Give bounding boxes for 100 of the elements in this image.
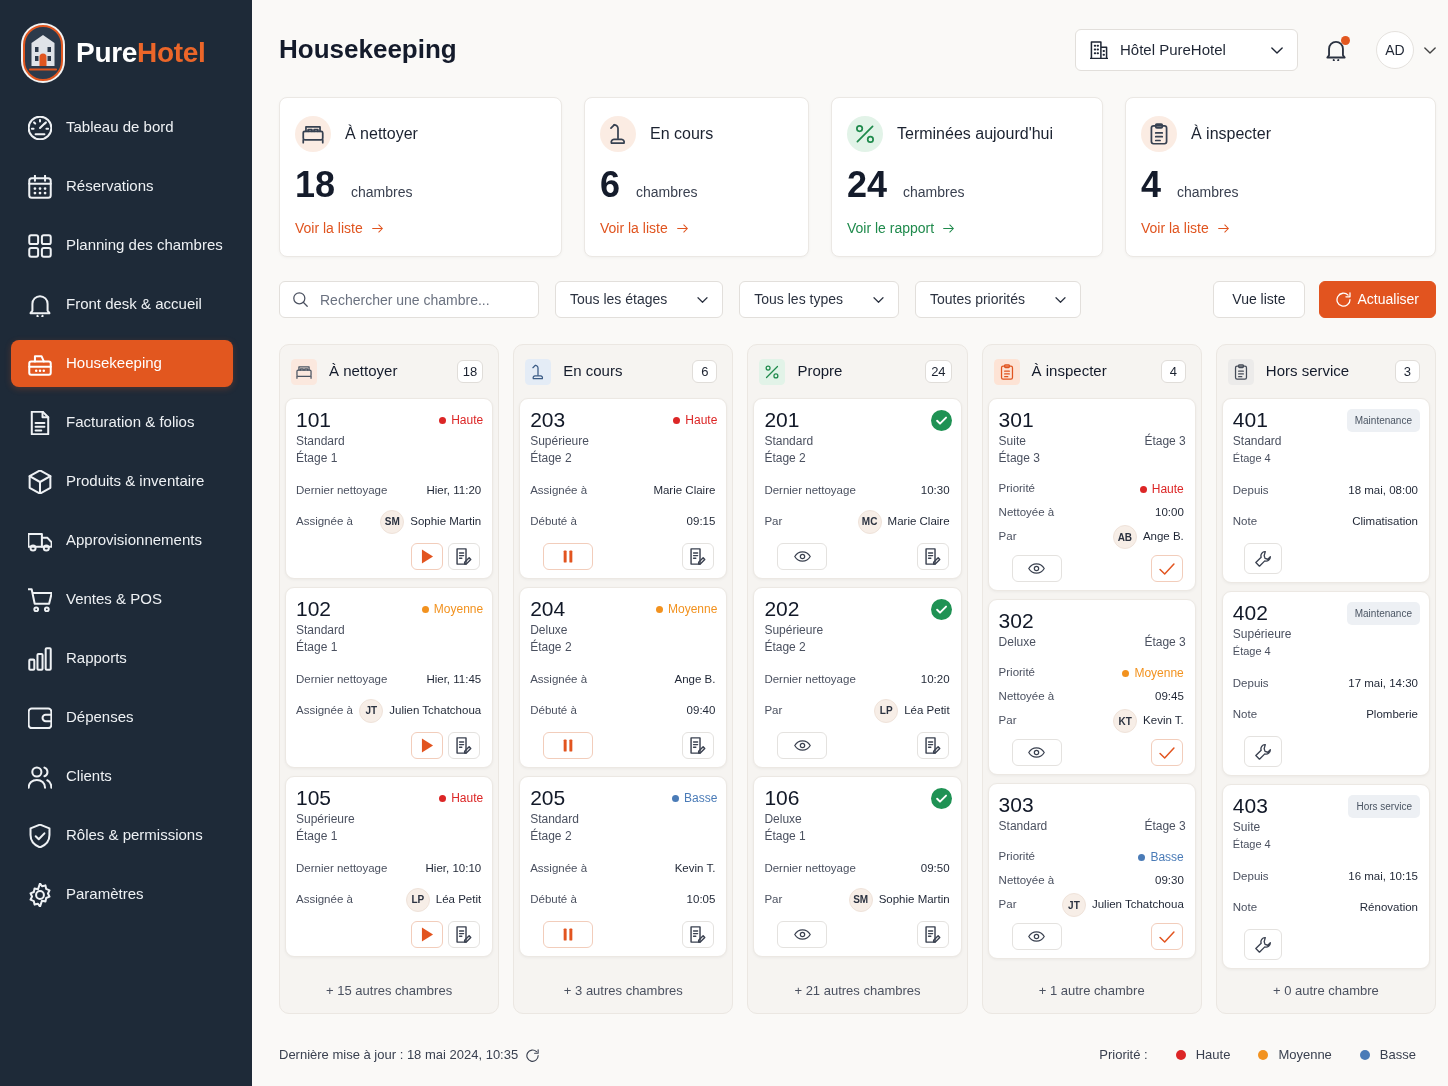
detail-label: Débuté à <box>530 891 577 907</box>
notes-button[interactable] <box>916 543 949 570</box>
user-avatar: MC <box>857 509 882 534</box>
room-card[interactable]: 402 Maintenance Supérieure Étage 4 Depuis 17 mai, 14:30 Note Plomberie <box>1221 591 1430 776</box>
nav-item[interactable]: Front desk & accueil <box>11 281 233 328</box>
approve-button[interactable] <box>1150 555 1183 582</box>
search-field[interactable]: Rechercher une chambre... <box>279 281 539 318</box>
start-button[interactable] <box>411 543 444 570</box>
refresh-icon[interactable] <box>526 1048 540 1062</box>
detail-label: Par <box>998 713 1017 729</box>
room-card[interactable]: 102 Moyenne Standard Étage 1 Dernier nettoyage Hier, 11:45 Assignée à JT Julien Tchatchoua <box>285 587 494 768</box>
nav-item[interactable]: Facturation & folios <box>11 399 233 446</box>
room-card[interactable]: 205 Basse Standard Étage 2 Assignée à Kevin T. Débuté à 10:05 <box>519 776 728 957</box>
pause-icon <box>563 550 574 563</box>
notes-button[interactable] <box>448 921 481 948</box>
detail-value: 10:20 <box>920 671 950 687</box>
column-title: En cours <box>563 361 624 382</box>
chevron-down-icon[interactable] <box>1424 46 1436 54</box>
room-card[interactable]: 202 Supérieure Étage 2 Dernier nettoyage 10:20 Par LP Léa Petit <box>753 587 962 768</box>
detail-label: Débuté à <box>530 702 577 718</box>
settings-icon <box>28 882 52 907</box>
stat-link[interactable]: Voir la liste <box>600 218 688 239</box>
view-button[interactable] <box>1011 923 1062 950</box>
floor-label: Étage 1 <box>296 639 339 656</box>
user-avatar[interactable]: AD <box>1376 31 1414 69</box>
nav-item[interactable]: Paramètres <box>11 871 233 918</box>
detail-value: 10:00 <box>1155 505 1184 521</box>
nav-item[interactable]: Approvisionnements <box>11 517 233 564</box>
view-button[interactable] <box>1011 555 1062 582</box>
detail-label: Dernier nettoyage <box>296 860 388 876</box>
floor-label: Étage 2 <box>530 450 573 467</box>
nav-item[interactable]: Produits & inventaire <box>11 458 233 505</box>
notes-button[interactable] <box>682 732 715 759</box>
repair-button[interactable] <box>1243 543 1282 574</box>
room-card[interactable]: 301 Suite Étage 3 Étage 3 Priorité Haute Nettoyée à 10:00 Par AB Ange B. <box>987 398 1196 591</box>
nav-item[interactable]: Rôles & permissions <box>11 812 233 859</box>
document-edit-icon <box>924 737 941 754</box>
document-edit-icon <box>690 926 707 943</box>
more-rooms-link[interactable]: + 0 autre chambre <box>1272 981 1379 1001</box>
view-button[interactable] <box>777 732 828 759</box>
view-button[interactable] <box>1011 739 1062 766</box>
room-type: Supérieure <box>296 811 355 828</box>
nav-item[interactable]: Ventes & POS <box>11 576 233 623</box>
view-button[interactable] <box>777 921 828 948</box>
room-card[interactable]: 203 Haute Supérieure Étage 2 Assignée à Marie Claire Débuté à 09:15 <box>519 398 728 579</box>
nav-item[interactable]: Dépenses <box>11 694 233 741</box>
nav-item[interactable]: Rapports <box>11 635 233 682</box>
notes-button[interactable] <box>682 543 715 570</box>
document-edit-icon <box>924 548 941 565</box>
start-button[interactable] <box>411 732 444 759</box>
room-card[interactable]: 201 Standard Étage 2 Dernier nettoyage 10:30 Par MC Marie Claire <box>753 398 962 579</box>
room-card[interactable]: 302 Deluxe Étage 3 Priorité Moyenne Nettoyée à 09:45 Par KT Kevin T. <box>987 599 1196 775</box>
start-button[interactable] <box>411 921 444 948</box>
nav-item[interactable]: Réservations <box>11 163 233 210</box>
document-edit-icon <box>456 737 473 754</box>
notification-bell-icon[interactable] <box>1325 39 1347 61</box>
play-icon <box>420 549 434 564</box>
view-button[interactable] <box>777 543 828 570</box>
detail-label: Depuis <box>1232 482 1269 498</box>
room-card[interactable]: 204 Moyenne Deluxe Étage 2 Assignée à Ange B. Débuté à 09:40 <box>519 587 728 768</box>
nav-item[interactable]: Housekeeping <box>11 340 233 387</box>
notes-button[interactable] <box>682 921 715 948</box>
refresh-button[interactable]: Actualiser <box>1318 281 1436 318</box>
notes-button[interactable] <box>448 543 481 570</box>
room-card[interactable]: 101 Haute Standard Étage 1 Dernier nettoyage Hier, 11:20 Assignée à SM Sophie Martin <box>285 398 494 579</box>
approve-button[interactable] <box>1150 739 1183 766</box>
room-card[interactable]: 105 Haute Supérieure Étage 1 Dernier nettoyage Hier, 10:10 Assignée à LP Léa Petit <box>285 776 494 957</box>
pause-button[interactable] <box>543 543 594 570</box>
room-card[interactable]: 106 Deluxe Étage 1 Dernier nettoyage 09:50 Par SM Sophie Martin <box>753 776 962 957</box>
more-rooms-link[interactable]: + 21 autres chambres <box>794 981 921 1001</box>
repair-button[interactable] <box>1243 736 1282 767</box>
notes-button[interactable] <box>448 732 481 759</box>
nav-item[interactable]: Clients <box>11 753 233 800</box>
nav-item[interactable]: Planning des chambres <box>11 222 233 269</box>
pause-button[interactable] <box>543 921 594 948</box>
room-card[interactable]: 303 Standard Étage 3 Priorité Basse Nettoyée à 09:30 Par JT Julien Tchatchoua <box>987 783 1196 959</box>
stat-link[interactable]: Voir la liste <box>1141 218 1229 239</box>
person-name: Ange B. <box>1142 529 1184 545</box>
filter-dropdown[interactable]: Toutes priorités <box>915 281 1081 318</box>
floor-label: Étage 3 <box>998 450 1041 467</box>
nav-item[interactable]: Tableau de bord <box>11 104 233 151</box>
filter-dropdown[interactable]: Tous les types <box>739 281 899 318</box>
stat-link[interactable]: Voir la liste <box>295 218 383 239</box>
more-rooms-link[interactable]: + 1 autre chambre <box>1038 981 1145 1001</box>
room-type: Standard <box>1232 433 1282 450</box>
check-icon <box>1158 562 1175 575</box>
list-view-button[interactable]: Vue liste <box>1213 281 1305 318</box>
filter-dropdown[interactable]: Tous les étages <box>555 281 724 318</box>
notes-button[interactable] <box>916 921 949 948</box>
repair-button[interactable] <box>1243 929 1282 960</box>
more-rooms-link[interactable]: + 15 autres chambres <box>326 981 453 1001</box>
pause-button[interactable] <box>543 732 594 759</box>
person-name: Kevin T. <box>1143 713 1184 729</box>
approve-button[interactable] <box>1150 923 1183 950</box>
stat-link[interactable]: Voir le rapport <box>847 218 955 239</box>
hotel-select[interactable]: Hôtel PureHotel <box>1075 29 1298 71</box>
notes-button[interactable] <box>916 732 949 759</box>
more-rooms-link[interactable]: + 3 autres chambres <box>563 981 683 1001</box>
room-card[interactable]: 403 Hors service Suite Étage 4 Depuis 16 mai, 10:15 Note Rénovation <box>1221 784 1430 969</box>
room-card[interactable]: 401 Maintenance Standard Étage 4 Depuis 18 mai, 08:00 Note Climatisation <box>1221 398 1430 583</box>
